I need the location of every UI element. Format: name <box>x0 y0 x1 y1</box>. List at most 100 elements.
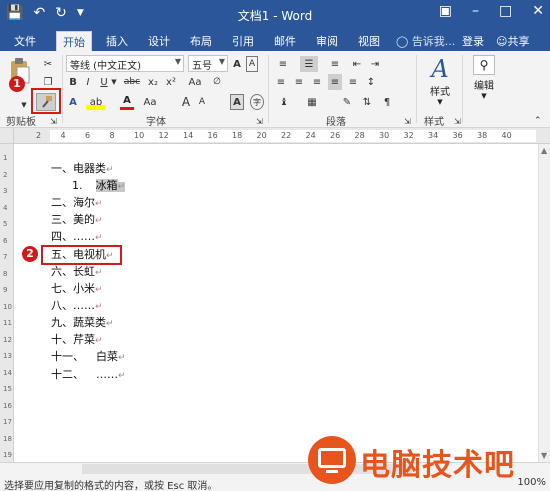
show-marks-icon[interactable]: ¶ <box>380 94 394 110</box>
share-button[interactable]: ☺共享 <box>496 33 529 49</box>
customize-qat-icon[interactable]: ▼ <box>77 8 84 21</box>
tab-insert[interactable]: 插入 <box>100 31 134 51</box>
grow-font-icon[interactable]: A <box>180 94 192 110</box>
document-line[interactable]: 十二、 ……↵ <box>51 366 126 382</box>
maximize-icon[interactable]: □ <box>499 3 512 19</box>
ribbon-display-icon[interactable]: ▣ <box>439 3 452 19</box>
multilevel-list-icon[interactable]: ≡ <box>326 56 344 72</box>
bold-button[interactable]: B <box>66 74 80 90</box>
scroll-up-icon[interactable]: ▲ <box>541 146 547 155</box>
character-shading-icon[interactable]: A <box>230 94 244 110</box>
tab-review[interactable]: 审阅 <box>310 31 344 51</box>
font-size-select[interactable]: 五号 ▼ <box>188 55 228 72</box>
bullets-icon[interactable]: ≡ <box>274 56 292 72</box>
distributed-icon[interactable]: ≡ <box>346 74 360 90</box>
editing-button[interactable]: ⚲ 编辑 ▼ <box>468 55 500 107</box>
chevron-down-icon: ▼ <box>174 57 181 66</box>
format-painter-highlight <box>31 88 61 114</box>
close-icon[interactable]: ✕ <box>532 3 544 19</box>
sort-icon[interactable]: ⇅ <box>360 94 374 110</box>
text-effects-button[interactable]: A <box>66 94 80 110</box>
document-line[interactable]: 七、小米↵ <box>51 280 103 296</box>
paragraph-mark: ↵ <box>95 268 103 278</box>
paragraph-launcher-icon[interactable]: ⇲ <box>404 113 411 129</box>
shading-icon[interactable]: ♝ <box>274 94 294 110</box>
login-button[interactable]: 登录 <box>462 33 484 49</box>
tab-design[interactable]: 设计 <box>142 31 176 51</box>
scroll-down-icon[interactable]: ▼ <box>541 451 547 460</box>
line-text: 二、海尔 <box>51 196 95 209</box>
underline-button[interactable]: U <box>98 74 110 90</box>
line-text: 十、芹菜 <box>51 333 95 346</box>
align-left-icon[interactable]: ≡ <box>274 74 288 90</box>
ruler-number: 28 <box>354 131 365 140</box>
font-group-label: 字体 <box>146 117 166 128</box>
subscript-button[interactable]: x₂ <box>146 74 160 90</box>
undo-icon[interactable]: ↶ <box>33 5 45 21</box>
change-case-menu-button[interactable]: Aa <box>140 94 160 110</box>
justify-icon[interactable]: ≡ <box>328 74 342 90</box>
underline-dropdown-icon[interactable]: ▼ <box>110 74 118 90</box>
tab-mailings[interactable]: 邮件 <box>268 31 302 51</box>
paragraph-mark: ↵ <box>95 216 103 226</box>
document-line[interactable]: 十、芹菜↵ <box>51 331 103 347</box>
document-line[interactable]: 十一、 白菜↵ <box>51 348 126 364</box>
clipboard-launcher-icon[interactable]: ⇲ <box>50 113 57 129</box>
align-center-icon[interactable]: ≡ <box>292 74 306 90</box>
vertical-scrollbar[interactable]: ▲ ▼ <box>538 144 550 462</box>
document-line[interactable]: 二、海尔↵ <box>51 194 103 210</box>
zoom-level[interactable]: 100% <box>517 477 546 488</box>
chinese-layout-icon[interactable]: ✎ <box>340 94 354 110</box>
collapse-ribbon-icon[interactable]: ⌃ <box>534 113 542 129</box>
document-line[interactable]: 六、长虹↵ <box>51 263 103 279</box>
ruler-number: 30 <box>379 131 390 140</box>
font-name-select[interactable]: 等线 (中文正文) ▼ <box>66 55 184 72</box>
line-text: 六、长虹 <box>51 265 95 278</box>
document-line[interactable]: 八、……↵ <box>51 297 103 313</box>
ruler-corner[interactable] <box>0 128 14 144</box>
change-case-button[interactable]: Aa <box>188 74 202 90</box>
ruler-number: 4 <box>60 131 66 140</box>
grow-font-button[interactable]: A <box>230 56 244 72</box>
styles-button[interactable]: A 样式 ▼ <box>424 55 456 107</box>
lightbulb-icon: ◯ <box>396 35 409 48</box>
document-line[interactable]: 一、电器类↵ <box>51 160 114 176</box>
document-line[interactable]: 四、……↵ <box>51 228 103 244</box>
document-line[interactable]: 九、蔬菜类↵ <box>51 314 114 330</box>
font-launcher-icon[interactable]: ⇲ <box>256 113 263 129</box>
redo-icon[interactable]: ↻ <box>55 5 67 21</box>
font-color-button[interactable]: A <box>120 94 134 110</box>
numbering-icon[interactable]: ☰ <box>300 56 318 72</box>
document-line[interactable]: 三、美的↵ <box>51 211 103 227</box>
tab-layout[interactable]: 布局 <box>184 31 218 51</box>
cut-icon[interactable]: ✂ <box>42 56 54 72</box>
line-spacing-icon[interactable]: ↕ <box>364 74 378 90</box>
tab-references[interactable]: 引用 <box>226 31 260 51</box>
ruler-number: 20 <box>256 131 267 140</box>
tab-view[interactable]: 视图 <box>352 31 386 51</box>
borders-icon[interactable]: ▦ <box>302 94 322 110</box>
clear-formatting-icon[interactable]: ∅ <box>210 74 224 90</box>
decrease-indent-icon[interactable]: ⇤ <box>350 56 364 72</box>
italic-button[interactable]: I <box>82 74 94 90</box>
superscript-button[interactable]: x² <box>164 74 178 90</box>
document-line[interactable]: 1. 冰箱↵ <box>72 177 126 193</box>
increase-indent-icon[interactable]: ⇥ <box>368 56 382 72</box>
minimize-icon[interactable]: – <box>472 3 479 19</box>
paste-dropdown-icon[interactable]: ▼ <box>20 97 28 113</box>
tab-file[interactable]: 文件 <box>8 31 42 51</box>
line-text: 一、电器类 <box>51 162 106 175</box>
enclose-characters-icon[interactable]: 字 <box>250 94 264 110</box>
strikethrough-button[interactable]: abc <box>122 74 142 90</box>
separator <box>62 55 63 123</box>
tab-home[interactable]: 开始 <box>56 31 92 51</box>
wen-button[interactable]: A <box>246 56 258 72</box>
save-icon[interactable]: 💾 <box>6 5 23 21</box>
tell-me-box[interactable]: ◯ 告诉我... <box>396 33 455 49</box>
highlight-button[interactable]: ab <box>86 94 106 110</box>
step-marker-2: 2 <box>22 246 38 262</box>
align-right-icon[interactable]: ≡ <box>310 74 324 90</box>
shrink-font-icon[interactable]: A <box>196 94 208 110</box>
status-message: 选择要应用复制的格式的内容，或按 Esc 取消。 <box>4 481 218 491</box>
styles-launcher-icon[interactable]: ⇲ <box>454 113 461 129</box>
